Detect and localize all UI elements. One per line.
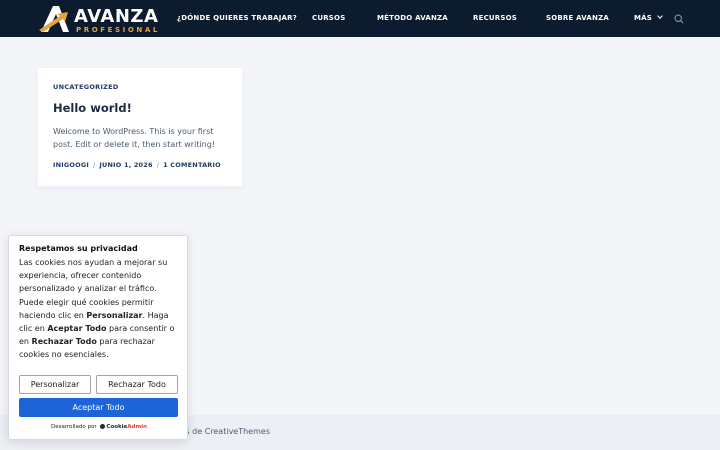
cookie-consent-banner: Respetamos su privacidad Las cookies nos… bbox=[8, 235, 188, 440]
cookie-icon bbox=[100, 424, 106, 429]
meta-separator: / bbox=[156, 161, 160, 169]
cookieadmin-brand-part1: Cookie bbox=[106, 424, 128, 430]
post-date-link[interactable]: JUNIO 1, 2026 bbox=[99, 161, 152, 169]
search-icon[interactable] bbox=[674, 14, 684, 24]
cookie-text-bold: Aceptar Todo bbox=[47, 324, 107, 334]
nav-item-donde-trabajar[interactable]: ¿DÓNDE QUIERES TRABAJAR? bbox=[177, 13, 297, 23]
post-comments-link[interactable]: 1 COMENTARIO bbox=[163, 161, 221, 169]
post-category-link[interactable]: UNCATEGORIZED bbox=[53, 83, 119, 91]
post-author-link[interactable]: INIGOOGI bbox=[53, 161, 89, 169]
cookie-text-bold: Rechazar Todo bbox=[31, 337, 97, 347]
powered-by-label: Desarrollado por bbox=[50, 424, 97, 430]
powered-by: Desarrollado por CookieAdmin bbox=[9, 424, 189, 430]
nav-item-recursos[interactable]: RECURSOS bbox=[473, 13, 517, 23]
post-meta: INIGOOGI / JUNIO 1, 2026/1 COMENTARIO bbox=[53, 161, 221, 169]
post-card: UNCATEGORIZED Hello world! Welcome to Wo… bbox=[38, 68, 242, 186]
cookie-banner-title: Respetamos su privacidad bbox=[19, 244, 138, 253]
nav-item-sobre-avanza[interactable]: SOBRE AVANZA bbox=[546, 13, 609, 23]
main-nav: ¿DÓNDE QUIERES TRABAJAR? CURSOS MÉTODO A… bbox=[0, 0, 720, 37]
post-title-link[interactable]: Hello world! bbox=[53, 101, 132, 115]
cookieadmin-logo[interactable]: CookieAdmin bbox=[98, 424, 147, 430]
cookie-text-bold: Personalizar bbox=[86, 310, 143, 320]
accept-all-button[interactable]: Aceptar Todo bbox=[19, 398, 178, 417]
post-excerpt: Welcome to WordPress. This is your first… bbox=[53, 127, 216, 149]
meta-separator: / bbox=[93, 161, 96, 169]
customize-button[interactable]: Personalizar bbox=[19, 375, 91, 394]
nav-item-metodo-avanza[interactable]: MÉTODO AVANZA bbox=[377, 13, 448, 23]
nav-item-mas-label: MÁS bbox=[634, 14, 653, 22]
nav-item-mas[interactable]: MÁS bbox=[634, 13, 663, 23]
reject-all-button[interactable]: Rechazar Todo bbox=[96, 375, 178, 394]
nav-item-cursos[interactable]: CURSOS bbox=[312, 13, 345, 23]
chevron-down-icon bbox=[657, 13, 663, 19]
cookieadmin-brand-part2: Admin bbox=[127, 424, 148, 430]
site-header: AVANZA PROFESIONAL ¿DÓNDE QUIERES TRABAJ… bbox=[0, 0, 720, 37]
cookie-banner-description: Las cookies nos ayudan a mejorar su expe… bbox=[19, 256, 183, 362]
